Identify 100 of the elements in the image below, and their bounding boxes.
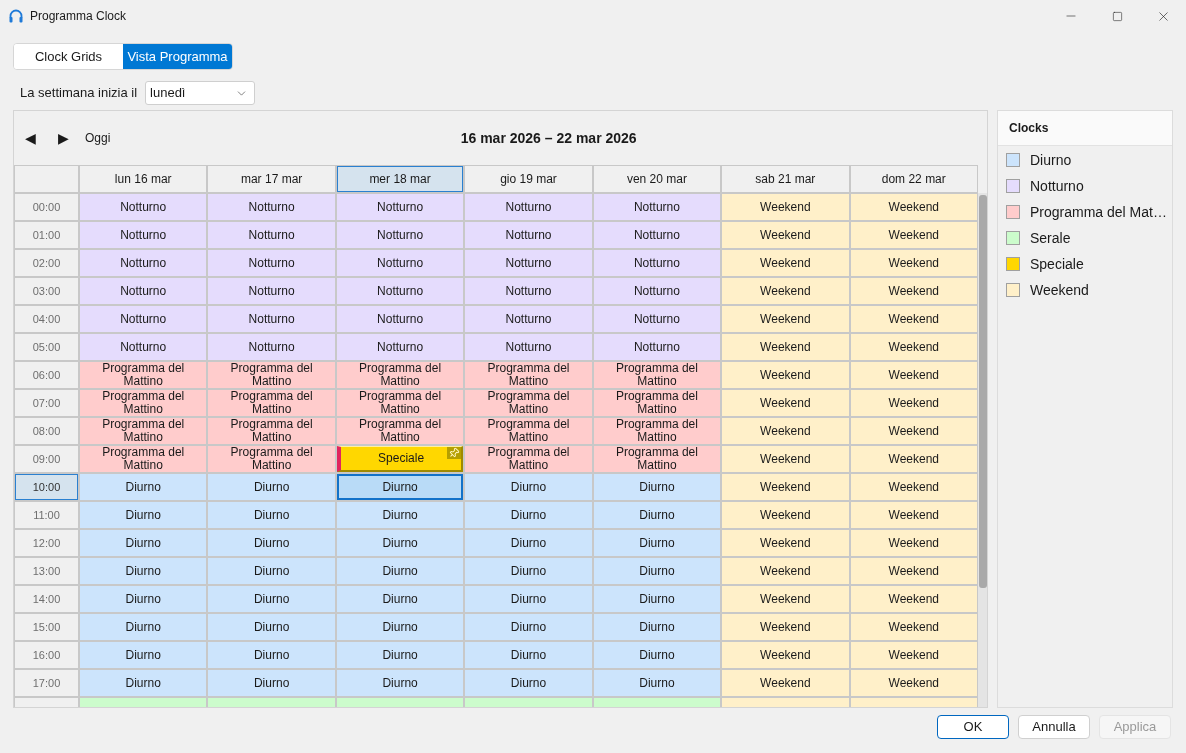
schedule-cell[interactable]: Programma del Mattino	[465, 418, 592, 444]
schedule-cell[interactable]: Diurno	[208, 502, 335, 528]
today-button[interactable]: Oggi	[85, 129, 111, 147]
schedule-cell[interactable]: Notturno	[80, 250, 207, 276]
schedule-cell[interactable]: Diurno	[208, 530, 335, 556]
schedule-cell[interactable]: Programma del Mattino	[593, 418, 721, 444]
schedule-cell[interactable]: Programma del Mattino	[336, 362, 464, 388]
schedule-cell[interactable]: Notturno	[336, 250, 464, 276]
schedule-cell[interactable]: Diurno	[465, 530, 592, 556]
schedule-cell[interactable]: Notturno	[465, 334, 592, 360]
schedule-cell[interactable]: Weekend	[722, 670, 849, 696]
schedule-cell[interactable]: Weekend	[850, 418, 977, 444]
schedule-cell[interactable]: Programma del Mattino	[336, 390, 464, 416]
schedule-cell[interactable]: Weekend	[722, 614, 849, 640]
schedule-cell[interactable]: Programma del Mattino	[208, 362, 335, 388]
schedule-cell[interactable]: Diurno	[465, 642, 592, 668]
schedule-cell[interactable]: Notturno	[465, 250, 592, 276]
schedule-cell[interactable]: Notturno	[208, 334, 335, 360]
schedule-cell[interactable]: Diurno	[593, 586, 721, 612]
schedule-cell[interactable]: Weekend	[722, 250, 849, 276]
schedule-cell[interactable]: Weekend	[850, 194, 977, 220]
schedule-cell[interactable]: Notturno	[593, 250, 721, 276]
dialog-button[interactable]: Annulla	[1018, 715, 1090, 739]
schedule-cell[interactable]: Weekend	[722, 474, 849, 500]
schedule-cell[interactable]: Diurno	[593, 642, 721, 668]
previous-week-button[interactable]: ◀	[22, 127, 38, 149]
schedule-cell[interactable]: Diurno	[336, 474, 464, 500]
schedule-cell[interactable]: Diurno	[208, 474, 335, 500]
schedule-cell[interactable]: Diurno	[80, 670, 207, 696]
schedule-cell[interactable]: Weekend	[850, 390, 977, 416]
schedule-cell[interactable]: Weekend	[722, 222, 849, 248]
schedule-cell[interactable]: Notturno	[80, 334, 207, 360]
schedule-cell[interactable]: Notturno	[336, 278, 464, 304]
schedule-cell[interactable]: Weekend	[722, 586, 849, 612]
schedule-cell[interactable]: Notturno	[80, 306, 207, 332]
schedule-cell[interactable]	[208, 698, 335, 707]
schedule-cell[interactable]: Weekend	[722, 530, 849, 556]
schedule-cell[interactable]: Notturno	[80, 194, 207, 220]
schedule-cell[interactable]: Programma del Mattino	[80, 390, 207, 416]
schedule-cell[interactable]: Programma del Mattino	[80, 362, 207, 388]
dialog-button[interactable]: OK	[937, 715, 1009, 739]
schedule-cell[interactable]: Diurno	[336, 614, 464, 640]
schedule-cell[interactable]: Speciale	[336, 446, 464, 472]
schedule-cell[interactable]: Weekend	[850, 334, 977, 360]
schedule-cell[interactable]: Weekend	[722, 642, 849, 668]
schedule-cell[interactable]: Notturno	[593, 334, 721, 360]
schedule-cell[interactable]: Weekend	[722, 446, 849, 472]
schedule-cell[interactable]: Diurno	[336, 558, 464, 584]
schedule-cell[interactable]: Diurno	[208, 614, 335, 640]
schedule-cell[interactable]: Weekend	[722, 390, 849, 416]
schedule-cell[interactable]: Programma del Mattino	[208, 390, 335, 416]
schedule-cell[interactable]: Notturno	[336, 222, 464, 248]
schedule-cell[interactable]: Notturno	[465, 222, 592, 248]
schedule-cell[interactable]: Notturno	[465, 306, 592, 332]
schedule-cell[interactable]: Diurno	[80, 530, 207, 556]
day-column-header[interactable]: mar 17 mar	[208, 166, 335, 192]
schedule-cell[interactable]	[336, 698, 464, 707]
schedule-cell[interactable]: Notturno	[208, 278, 335, 304]
scrollbar-thumb[interactable]	[978, 195, 987, 588]
day-column-header[interactable]: dom 22 mar	[850, 166, 977, 192]
schedule-cell[interactable]: Notturno	[593, 278, 721, 304]
schedule-cell[interactable]: Diurno	[465, 586, 592, 612]
next-week-button[interactable]: ▶	[55, 127, 71, 149]
schedule-cell[interactable]: Notturno	[208, 222, 335, 248]
schedule-cell[interactable]: Notturno	[465, 278, 592, 304]
schedule-cell[interactable]: Diurno	[80, 502, 207, 528]
schedule-cell[interactable]: Diurno	[465, 474, 592, 500]
schedule-cell[interactable]: Weekend	[722, 558, 849, 584]
day-column-header[interactable]: mer 18 mar	[336, 166, 464, 192]
view-tab[interactable]: Vista Programma	[123, 44, 232, 69]
schedule-cell[interactable]: Weekend	[850, 250, 977, 276]
schedule-cell[interactable]: Programma del Mattino	[465, 446, 592, 472]
day-column-header[interactable]: ven 20 mar	[593, 166, 721, 192]
schedule-cell[interactable]	[850, 698, 977, 707]
schedule-cell[interactable]: Weekend	[850, 586, 977, 612]
schedule-cell[interactable]: Weekend	[850, 306, 977, 332]
schedule-cell[interactable]: Diurno	[336, 530, 464, 556]
schedule-cell[interactable]: Diurno	[336, 502, 464, 528]
schedule-cell[interactable]: Diurno	[80, 474, 207, 500]
week-start-dropdown[interactable]: lunedì	[145, 81, 256, 105]
schedule-cell[interactable]: Programma del Mattino	[208, 446, 335, 472]
schedule-cell[interactable]: Diurno	[465, 502, 592, 528]
schedule-cell[interactable]: Weekend	[850, 474, 977, 500]
schedule-cell[interactable]: Weekend	[850, 530, 977, 556]
schedule-cell[interactable]: Programma del Mattino	[80, 446, 207, 472]
schedule-cell[interactable]: Diurno	[593, 530, 721, 556]
schedule-cell[interactable]: Notturno	[80, 278, 207, 304]
schedule-cell[interactable]: Notturno	[593, 306, 721, 332]
schedule-cell[interactable]: Weekend	[850, 642, 977, 668]
schedule-cell[interactable]: Diurno	[465, 614, 592, 640]
schedule-cell[interactable]: Programma del Mattino	[208, 418, 335, 444]
schedule-cell[interactable]: Diurno	[593, 474, 721, 500]
day-column-header[interactable]: sab 21 mar	[722, 166, 849, 192]
schedule-cell[interactable]: Weekend	[850, 558, 977, 584]
schedule-cell[interactable]: Diurno	[80, 642, 207, 668]
schedule-cell[interactable]: Diurno	[80, 614, 207, 640]
schedule-cell[interactable]: Notturno	[208, 306, 335, 332]
schedule-cell[interactable]: Diurno	[80, 558, 207, 584]
schedule-cell[interactable]: Diurno	[593, 614, 721, 640]
schedule-cell[interactable]: Diurno	[593, 502, 721, 528]
